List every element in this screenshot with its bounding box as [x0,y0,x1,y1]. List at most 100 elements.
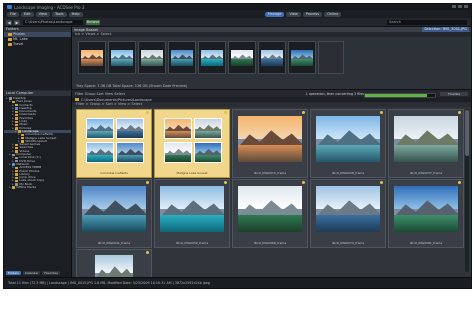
basket-thumb[interactable] [108,41,136,74]
basket-thumb-empty[interactable] [318,41,344,74]
close-button[interactable] [464,5,468,8]
folder-preview-image [194,118,222,139]
photo-thumbnail[interactable]: Illicit_IMG0041_frame [76,179,152,248]
toolbar-button-view[interactable]: View [35,11,50,17]
app-logo-icon [7,5,12,9]
tab-calendar[interactable]: Calendar [22,271,41,275]
left-panel-tabs: Folders Calendar Favorites [6,271,60,275]
status-text: Total 11 files (72.3 MB) | Landscape | I… [8,281,210,285]
photo-image [394,186,458,232]
photo-thumbnail[interactable]: Illicit_IMG0052_frame [154,179,230,248]
photo-image [394,116,458,162]
folder-thumbnail[interactable]: Maligne Lake Sunset [154,109,230,178]
thumbnail-caption: Illicit_IMG0073_frame [331,241,365,245]
photo-thumbnail[interactable]: Illicit_IMG0015_frame [232,109,308,178]
search-input[interactable]: Search [387,19,467,25]
address-text[interactable]: C:\Users\Documents\Pictures\Landscape [81,98,152,102]
basket-thumb[interactable] [198,41,226,74]
expand-arrow-icon[interactable]: ▸ [9,185,11,189]
expand-arrow-icon[interactable]: ▸ [6,96,8,100]
folder-tree: ▸ Desktop ▸ Fred Jones ▸ Contacts ▸ Desktop ▸ Doc… [4,96,71,189]
basket-thumb[interactable] [138,41,166,74]
thumbnail-caption: Illicit_IMG0015_frame [253,171,287,175]
toolbar-button-tools[interactable]: Tools [51,11,67,17]
thumb-image [231,49,253,66]
folder-preview-image [194,142,222,163]
browse-button[interactable]: Browse [86,19,100,25]
folder-thumbnail[interactable]: Columbia Icefields [76,109,152,178]
toolbar-button-edit[interactable]: Edit [20,11,34,17]
photo-image [82,186,146,232]
divider [72,89,471,90]
expand-arrow-icon[interactable]: ▸ [9,152,11,156]
rating-badge-icon [146,251,149,254]
folder-list: Photos Mt. Lake Travel [4,32,71,47]
basket-title: Image Basket [74,27,98,32]
view-mode-dropdown[interactable]: Thumbs [440,92,468,96]
breadcrumb[interactable]: Filter > Group > Sort > View > Select [72,102,471,107]
mode-process-button[interactable]: Process [302,11,323,17]
forward-arrow-icon[interactable]: ▶ [14,19,20,25]
folder-preview-image [164,142,192,163]
navigation-bar: ◀ ▶ C:\Users\Photos\Landscape Browse Sea… [4,18,471,27]
toolbar-button-help[interactable]: Help [68,11,83,17]
tree-item-label: Offline Media [16,185,37,190]
expand-arrow-icon[interactable]: ▸ [12,126,14,130]
photo-thumbnail[interactable]: Illicit_IMG0066_frame [232,179,308,248]
mode-online-button[interactable]: Online [324,11,342,17]
rating-badge-icon [458,111,461,114]
photo-image [316,116,380,162]
expand-arrow-icon[interactable]: ▸ [15,129,17,133]
rating-badge-icon [302,181,305,184]
folder-icon [8,38,12,41]
photo-thumbnail[interactable]: Illicit_IMG0081_frame [388,179,464,248]
vertical-scrollbar[interactable] [465,109,469,272]
basket-thumb[interactable] [258,41,286,74]
thumbnail-caption: Illicit_IMG0041_frame [97,241,131,245]
basket-thumb[interactable] [228,41,256,74]
rating-badge-icon [224,111,227,114]
expand-arrow-icon[interactable]: ▸ [9,99,11,103]
basket-thumb[interactable] [288,41,316,74]
folders-panel-top: Folders Photos Mt. Lake Travel [4,27,72,90]
rating-badge-icon [302,111,305,114]
basket-thumb[interactable] [168,41,196,74]
toolbar-button-file[interactable]: File [7,11,19,17]
basket-breadcrumb: Ice > Views > Select [72,32,471,37]
rating-badge-icon [380,181,383,184]
maximize-button[interactable] [458,5,462,8]
file-list-actions[interactable]: Filter Group Sort View Select [75,92,125,96]
folder-preview-image [86,118,114,139]
thumbnail-caption: Illicit_IMG0037_frame [409,171,443,175]
thumbnail-grid: Columbia Icefields Maligne Lake Sunset Ill… [76,109,464,288]
file-list-pane: Filter Group Sort View Select 1 operatio… [72,91,471,288]
folder-preview-image [86,142,114,163]
minimize-button[interactable] [452,5,456,8]
thumbnail-caption: Illicit_IMG0081_frame [409,241,443,245]
photo-thumbnail[interactable]: Illicit_IMG0073_frame [310,179,386,248]
folder-icon [21,133,25,137]
path-input[interactable]: C:\Users\Photos\Landscape [23,19,83,25]
expand-arrow-icon[interactable]: ▸ [9,162,11,166]
progress-bar [364,92,436,98]
folder-list-item[interactable]: Travel [4,42,71,47]
folder-icon [15,176,19,179]
photo-thumbnail[interactable]: Illicit_IMG0037_frame [388,109,464,178]
rating-badge-icon [146,111,149,114]
special-folder-icon [15,107,19,110]
mode-manage-button[interactable]: Manage [264,11,285,17]
tab-favorites[interactable]: Favorites [42,271,60,275]
expand-arrow-icon[interactable]: ▸ [12,149,14,153]
app-window: Landscape Imaging - ACDSee Pro 3 File Ed… [3,3,472,289]
tree-item[interactable]: ▸ Offline Media [4,185,71,190]
basket-thumb[interactable] [78,41,106,74]
tab-folders[interactable]: Folders [6,271,21,275]
basket-thumbnails [78,41,344,74]
photo-image [316,186,380,232]
thumb-image [261,49,283,66]
back-arrow-icon[interactable]: ◀ [6,19,12,25]
mode-view-button[interactable]: View [286,11,301,17]
window-controls [452,5,468,8]
scrollbar-thumb[interactable] [465,110,469,156]
photo-thumbnail[interactable]: Illicit_IMG0028_frame [310,109,386,178]
